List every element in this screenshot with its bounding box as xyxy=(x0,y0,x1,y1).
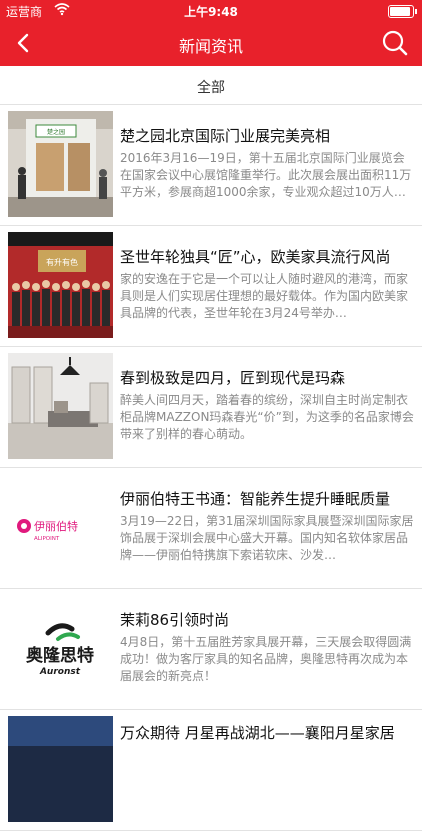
news-item[interactable]: 伊丽伯特 ALIPOINT 伊丽伯特王书通：智能养生提升睡眠质量 3月19—22… xyxy=(0,468,422,589)
news-thumbnail: 奥隆思特 Auronst xyxy=(8,595,113,701)
category-all-label: 全部 xyxy=(197,80,225,96)
news-summary: 2016年3月16—19日，第十五届北京国际门业展览会在国家会议中心展馆隆重举行… xyxy=(120,151,412,199)
brand-logo-text: 伊丽伯特 xyxy=(34,519,78,533)
news-title: 楚之园北京国际门业展完美亮相 xyxy=(120,127,331,145)
category-filter[interactable]: 全部 xyxy=(0,66,422,105)
page-title: 新闻资讯 xyxy=(178,37,243,56)
news-thumbnail: 楚之园 xyxy=(8,111,113,217)
news-thumbnail xyxy=(8,353,113,459)
brand-logo-subtext: ALIPOINT xyxy=(34,536,60,542)
news-title: 伊丽伯特王书通：智能养生提升睡眠质量 xyxy=(120,490,391,508)
news-item[interactable]: 万众期待 月星再战湖北——襄阳月星家居 xyxy=(0,710,422,831)
search-icon[interactable] xyxy=(380,28,410,58)
brand-logo-subtext: Auronst xyxy=(39,667,81,677)
nav-bar: 新闻资讯 xyxy=(0,22,422,66)
news-list: 楚之园 楚之园北京国际门业展完美亮相 2016年3月16—19日，第十五届北京国… xyxy=(0,105,422,831)
news-thumbnail: 伊丽伯特 ALIPOINT xyxy=(8,474,113,580)
clock: 上午9:48 xyxy=(184,5,238,19)
status-bar: 运营商 上午9:48 xyxy=(0,0,422,22)
brand-logo-text: 奥隆思特 xyxy=(26,645,94,666)
news-thumbnail xyxy=(8,716,113,822)
news-summary: 3月19—22日，第31届深圳国际家具展暨深圳国际家居饰品展于深圳会展中心盛大开… xyxy=(120,514,414,562)
news-item[interactable]: 春到极致是四月，匠到现代是玛森 醉美人间四月天，踏着春的缤纷，深圳自主时尚定制衣… xyxy=(0,347,422,468)
news-summary: 4月8日，第十五届胜芳家具展开幕，三天展会取得圆满成功！做为客厅家具的知名品牌，… xyxy=(120,635,412,683)
booth-sign: 楚之园 xyxy=(47,128,65,136)
news-thumbnail: 有升有色 xyxy=(8,232,113,338)
news-item[interactable]: 奥隆思特 Auronst 茉莉86引领时尚 4月8日，第十五届胜芳家具展开幕，三… xyxy=(0,589,422,710)
news-title: 春到极致是四月，匠到现代是玛森 xyxy=(120,369,346,387)
top-bar: 运营商 上午9:48 新闻资讯 xyxy=(0,0,422,66)
news-item[interactable]: 楚之园 楚之园北京国际门业展完美亮相 2016年3月16—19日，第十五届北京国… xyxy=(0,105,422,226)
news-item[interactable]: 有升有色 圣世年轮独具“匠”心，欧美家具流行风尚 家的安逸在于它是一个可以让人随… xyxy=(0,226,422,347)
news-title: 万众期待 月星再战湖北——襄阳月星家居 xyxy=(120,724,395,742)
battery-icon xyxy=(388,5,417,18)
news-title: 茉莉86引领时尚 xyxy=(120,611,230,629)
news-summary: 醉美人间四月天，踏着春的缤纷，深圳自主时尚定制衣柜品牌MAZZON玛森春光“价”… xyxy=(120,393,414,441)
news-summary: 家的安逸在于它是一个可以让人随时避风的港湾，而家具则是人们实现居住理想的最好载体… xyxy=(120,272,409,320)
event-banner-sign: 有升有色 xyxy=(46,257,78,267)
news-title: 圣世年轮独具“匠”心，欧美家具流行风尚 xyxy=(120,248,391,266)
